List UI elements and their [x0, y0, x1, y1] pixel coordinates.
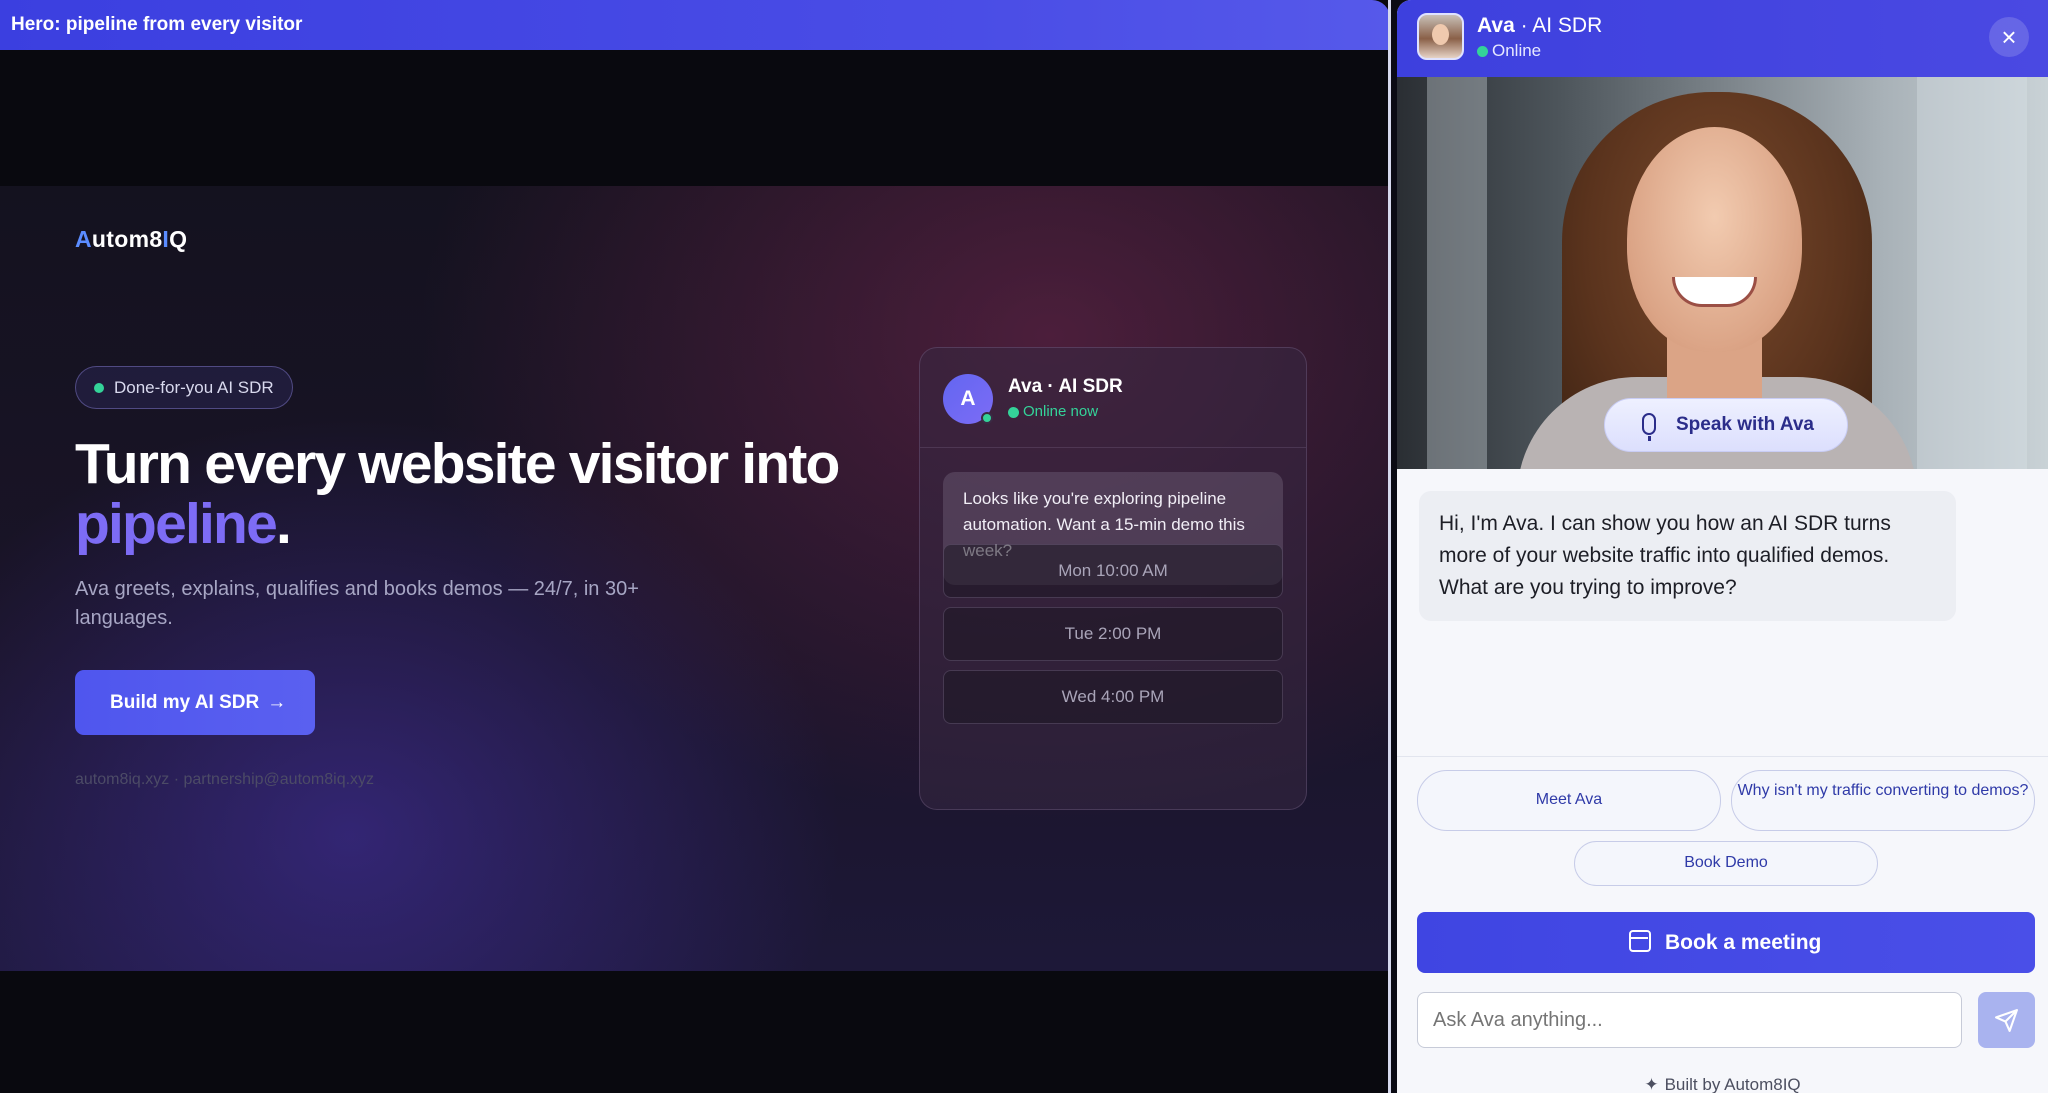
demo-status: Online now	[1008, 403, 1098, 420]
logo-letter-a: A	[75, 226, 92, 252]
hero-headline: Turn every website visitor into pipeline…	[75, 432, 840, 556]
slot-tuesday[interactable]: Tue 2:00 PM	[943, 607, 1283, 661]
built-by-label: Built by Autom8IQ	[1664, 1075, 1801, 1093]
demo-status-label: Online now	[1023, 403, 1099, 420]
hero-bottom-area	[0, 971, 1390, 1093]
quick-replies-area: Meet Ava Why isn't my traffic converting…	[1397, 756, 2048, 1093]
slot-monday[interactable]: Mon 10:00 AM	[943, 544, 1283, 598]
speak-with-ava-button[interactable]: Speak with Ava	[1604, 398, 1848, 452]
hero-panel: Hero: pipeline from every visitor Autom8…	[0, 0, 1390, 1093]
headline-line1: Turn every website visitor into	[75, 432, 840, 496]
hero-subhead: Ava greets, explains, qualifies and book…	[75, 578, 639, 629]
chat-status: Online	[1477, 41, 1541, 61]
green-dot-icon	[1008, 407, 1019, 418]
calendar-icon	[1629, 930, 1651, 952]
badge-label: Done-for-you AI SDR	[114, 378, 274, 397]
build-ai-sdr-button[interactable]: Build my AI SDR →	[75, 670, 315, 735]
chip-why-not-converting[interactable]: Why isn't my traffic converting to demos…	[1731, 770, 2035, 831]
cta-label: Build my AI SDR	[110, 692, 260, 713]
logo-letter-q: Q	[169, 226, 188, 252]
hero-topbar: Hero: pipeline from every visitor	[0, 0, 1390, 50]
chip-meet-ava[interactable]: Meet Ava	[1417, 770, 1721, 831]
agent-role: · AI SDR	[1514, 14, 1603, 37]
sparkle-icon: ✦	[1644, 1075, 1659, 1093]
ava-video-feed: Speak with Ava	[1397, 77, 2048, 469]
hero-topbar-title: Hero: pipeline from every visitor	[11, 14, 303, 35]
arrow-right-icon: →	[267, 692, 287, 713]
close-icon[interactable]: ×	[1989, 17, 2029, 57]
ava-avatar	[1417, 13, 1464, 60]
microphone-icon	[1642, 413, 1656, 435]
chat-header: Ava · AI SDR Online ×	[1397, 0, 2048, 77]
demo-agent-name: Ava · AI SDR	[1008, 376, 1123, 397]
book-meeting-button[interactable]: Book a meeting	[1417, 912, 2035, 973]
logo-text: utom8	[91, 226, 163, 252]
demo-chat-card: A Ava · AI SDR Online now Looks like you…	[919, 347, 1307, 810]
headline-accent-word: pipeline	[75, 492, 278, 556]
headline-period: .	[275, 492, 292, 556]
done-for-you-badge: Done-for-you AI SDR	[75, 366, 293, 409]
demo-card-header: A Ava · AI SDR Online now	[920, 348, 1306, 448]
agent-name-bold: Ava	[1477, 14, 1515, 37]
autom8iq-logo[interactable]: Autom8IQ	[75, 226, 187, 253]
chat-status-label: Online	[1492, 41, 1542, 60]
chat-agent-name: Ava · AI SDR	[1477, 14, 1602, 38]
send-icon	[1995, 1009, 2018, 1032]
slot-wednesday[interactable]: Wed 4:00 PM	[943, 670, 1283, 724]
green-dot-icon	[94, 383, 104, 393]
speak-label: Speak with Ava	[1676, 414, 1814, 435]
ava-message-bubble: Hi, I'm Ava. I can show you how an AI SD…	[1419, 491, 1956, 621]
chip-book-demo[interactable]: Book Demo	[1574, 841, 1878, 886]
chat-input[interactable]	[1417, 992, 1962, 1048]
chat-widget: Ava · AI SDR Online × Speak with Ava Hi,…	[1397, 0, 2048, 1093]
built-by-footer[interactable]: ✦ Built by Autom8IQ	[1397, 1075, 2048, 1093]
send-button[interactable]	[1978, 992, 2035, 1048]
footer-links[interactable]: autom8iq.xyz · partnership@autom8iq.xyz	[75, 771, 374, 789]
panel-divider	[1388, 0, 1391, 1093]
screen: Hero: pipeline from every visitor Autom8…	[0, 0, 2048, 1093]
book-meeting-label: Book a meeting	[1665, 931, 1822, 954]
online-dot-icon	[981, 412, 993, 424]
green-dot-icon	[1477, 46, 1488, 57]
